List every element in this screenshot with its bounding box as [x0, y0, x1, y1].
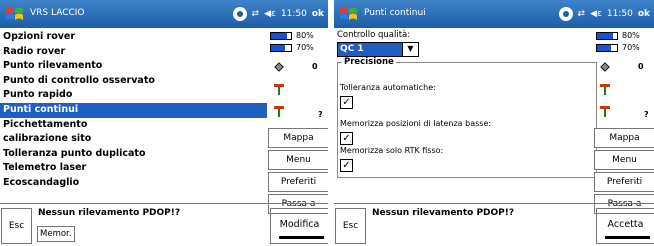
favorites-button[interactable]: Preferiti	[268, 172, 328, 192]
battery-icon[interactable]	[596, 44, 618, 52]
radio-antenna-icon[interactable]	[598, 104, 612, 118]
gps-icon[interactable]	[232, 7, 247, 21]
menu-item[interactable]: Punti continui	[0, 102, 267, 118]
esc-button[interactable]: Esc	[1, 208, 32, 244]
bottom-bar: Esc Nessun rilevamento PDOP!? Memor. Mod…	[0, 203, 328, 246]
esc-button[interactable]: Esc	[335, 208, 366, 244]
precision-group-title: Precisione	[342, 57, 396, 67]
ok-button[interactable]: ok	[312, 9, 324, 19]
side-buttons: Mappa Menu Preferiti Passa a	[268, 128, 328, 214]
system-tray: ⇄ ◀ε 11:50 ok	[558, 6, 650, 22]
title-bar: VRS LACCIO ⇄ ◀ε 11:50 ok	[0, 0, 328, 28]
auto-tolerance-checkbox[interactable]: ✓	[340, 96, 353, 109]
menu-item[interactable]: Telemetro laser	[0, 161, 267, 176]
satellite-count: 0	[638, 62, 644, 71]
title-bar: Punti continui ⇄ ◀ε 11:50 ok	[334, 0, 654, 28]
battery2-percent: 70%	[622, 43, 640, 52]
menu-button[interactable]: Menu	[594, 150, 654, 170]
volume-icon[interactable]: ◀ε	[264, 9, 276, 19]
menu-item[interactable]: Punto di controllo osservato	[0, 74, 267, 89]
rtk-fixed-checkbox[interactable]: ✓	[340, 159, 353, 172]
connectivity-icon[interactable]: ⇄	[252, 9, 260, 19]
radio-antenna-icon[interactable]	[598, 82, 612, 96]
menu-item[interactable]: calibrazione sito	[0, 132, 267, 147]
battery-icon[interactable]	[596, 32, 618, 40]
favorites-button[interactable]: Preferiti	[594, 172, 654, 192]
status-warning: Nessun rilevamento PDOP!?	[38, 208, 181, 218]
menu-button[interactable]: Menu	[268, 150, 328, 170]
rtk-fixed-label: Memorizza solo RTK fisso:	[340, 146, 444, 155]
accept-button[interactable]: Accetta	[596, 208, 654, 244]
screen-menu: VRS LACCIO ⇄ ◀ε 11:50 ok Opzioni rover Ra…	[0, 0, 328, 246]
satellite-count: 0	[312, 62, 318, 71]
menu-item[interactable]: Picchettamento	[0, 118, 267, 133]
menu-item[interactable]: Punto rilevamento	[0, 59, 267, 74]
settings-form: Controllo qualità: QC 1 ▼	[334, 30, 592, 57]
app-title: VRS LACCIO	[30, 8, 85, 18]
radio-antenna-icon[interactable]	[272, 82, 286, 96]
unknown-status: ?	[318, 110, 323, 119]
low-latency-checkbox[interactable]: ✓	[340, 132, 353, 145]
battery1-percent: 80%	[622, 31, 640, 40]
menu-item[interactable]: Ecoscandaglio	[0, 176, 267, 191]
memor-button[interactable]: Memor.	[37, 226, 75, 242]
screen-continuous-points: Punti continui ⇄ ◀ε 11:50 ok Controllo q…	[334, 0, 654, 246]
volume-icon[interactable]: ◀ε	[590, 9, 602, 19]
battery-icon[interactable]	[270, 32, 292, 40]
map-button[interactable]: Mappa	[268, 128, 328, 148]
quality-control-label: Controllo qualità:	[337, 30, 411, 40]
app-title: Punti continui	[364, 8, 426, 18]
connectivity-icon[interactable]: ⇄	[578, 9, 586, 19]
auto-tolerance-label: Tolleranza automatiche:	[340, 83, 436, 92]
battery-icon[interactable]	[270, 44, 292, 52]
menu-item[interactable]: Radio rover	[0, 45, 267, 60]
bottom-bar: Esc Nessun rilevamento PDOP!? Accetta	[334, 203, 654, 246]
menu-item[interactable]: Opzioni rover	[0, 30, 267, 45]
low-latency-label: Memorizza posizioni di latenza basse:	[340, 119, 492, 128]
windows-start-icon[interactable]	[4, 3, 26, 25]
clock[interactable]: 11:50	[607, 9, 633, 19]
side-buttons: Mappa Menu Preferiti Passa a	[594, 128, 654, 214]
quality-control-value[interactable]: QC 1	[338, 43, 402, 56]
precision-group: Precisione Tolleranza automatiche: ✓ Mem…	[337, 57, 597, 178]
battery2-percent: 70%	[296, 43, 314, 52]
system-tray: ⇄ ◀ε 11:50 ok	[232, 6, 324, 22]
menu-item[interactable]: Tolleranza punto duplicato	[0, 147, 267, 162]
satellite-icon[interactable]	[598, 60, 612, 74]
status-warning: Nessun rilevamento PDOP!?	[372, 208, 515, 218]
satellite-icon[interactable]	[272, 60, 286, 74]
chevron-down-icon[interactable]: ▼	[402, 43, 418, 56]
menu-item[interactable]: Punto rapido	[0, 88, 267, 103]
quality-control-select[interactable]: QC 1 ▼	[337, 42, 419, 57]
ok-button[interactable]: ok	[638, 9, 650, 19]
battery1-percent: 80%	[296, 31, 314, 40]
gps-icon[interactable]	[558, 7, 573, 21]
windows-start-icon[interactable]	[338, 3, 360, 25]
menu-list: Opzioni rover Radio rover Punto rilevament…	[0, 30, 267, 191]
unknown-status: ?	[644, 110, 649, 119]
radio-antenna-icon[interactable]	[272, 104, 286, 118]
map-button[interactable]: Mappa	[594, 128, 654, 148]
edit-button[interactable]: Modifica	[270, 208, 328, 244]
clock[interactable]: 11:50	[281, 9, 307, 19]
